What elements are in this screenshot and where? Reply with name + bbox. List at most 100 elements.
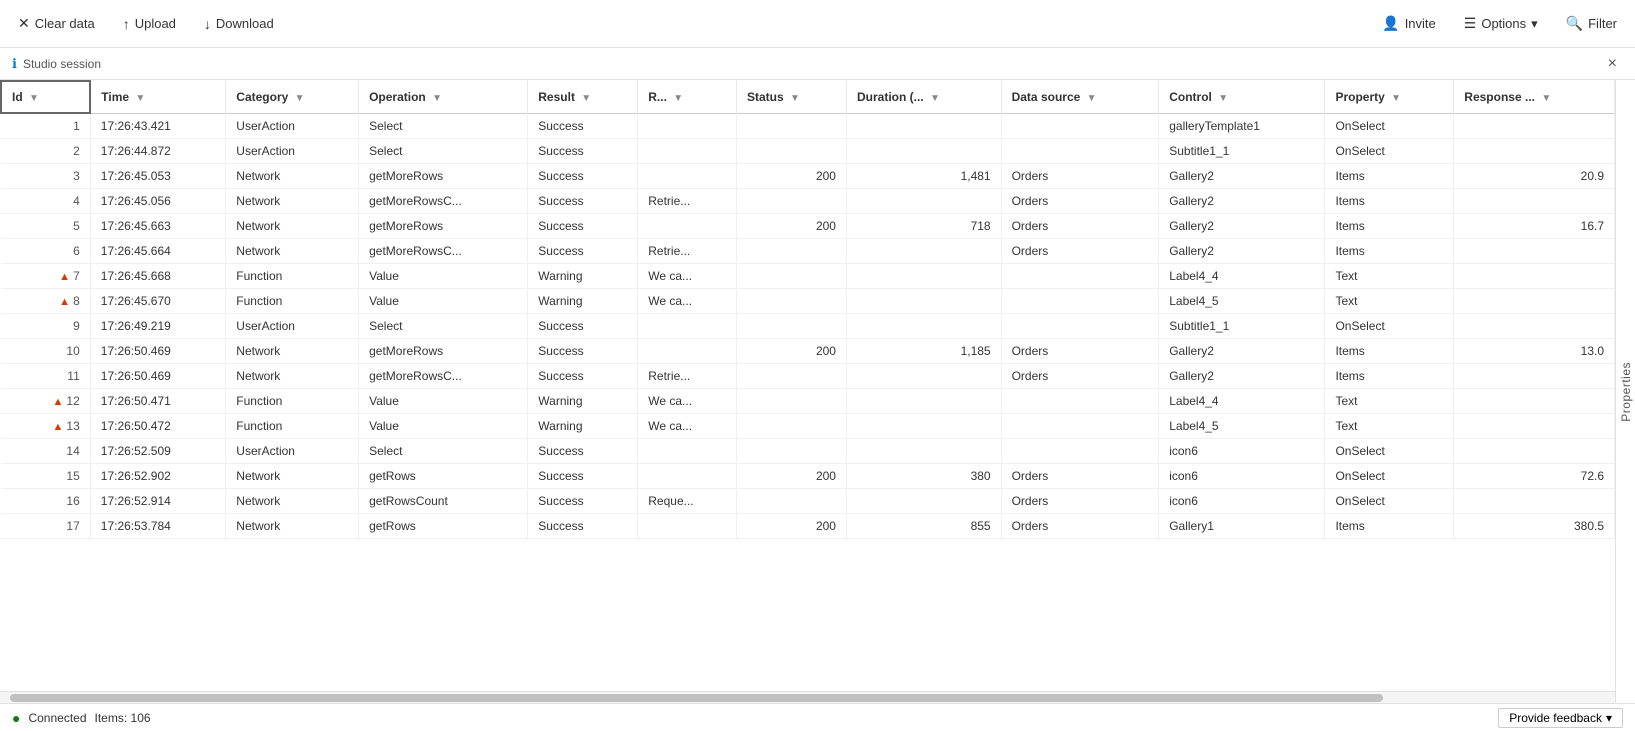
table-cell: 17:26:45.668: [90, 264, 226, 289]
upload-icon: ↑: [123, 16, 130, 32]
table-cell: Orders: [1001, 164, 1159, 189]
col-result[interactable]: Result ▼: [528, 81, 638, 113]
table-cell: icon6: [1159, 464, 1325, 489]
table-row[interactable]: ▲ 817:26:45.670FunctionValueWarningWe ca…: [1, 289, 1615, 314]
table-cell: [1454, 389, 1615, 414]
col-control[interactable]: Control ▼: [1159, 81, 1325, 113]
table-row[interactable]: 617:26:45.664NetworkgetMoreRowsC...Succe…: [1, 239, 1615, 264]
table-cell: Success: [528, 314, 638, 339]
session-close-button[interactable]: ×: [1602, 53, 1623, 75]
table-row[interactable]: 1617:26:52.914NetworkgetRowsCountSuccess…: [1, 489, 1615, 514]
col-r[interactable]: R... ▼: [638, 81, 737, 113]
table-cell: Function: [226, 414, 359, 439]
table-row[interactable]: 117:26:43.421UserActionSelectSuccessgall…: [1, 113, 1615, 139]
table-cell: icon6: [1159, 439, 1325, 464]
session-bar: ℹ Studio session ×: [0, 48, 1635, 80]
table-cell: OnSelect: [1325, 139, 1454, 164]
status-bar: ● Connected Items: 106 Provide feedback …: [0, 703, 1635, 731]
table-cell: [737, 113, 847, 139]
table-cell: 17:26:45.053: [90, 164, 226, 189]
col-time[interactable]: Time ▼: [90, 81, 226, 113]
sort-icon-duration: ▼: [930, 93, 940, 104]
scrollbar-thumb[interactable]: [10, 694, 1383, 702]
table-cell: 17:26:52.902: [90, 464, 226, 489]
upload-button[interactable]: ↑ Upload: [117, 12, 182, 36]
clear-data-button[interactable]: ✕ Clear data: [12, 11, 101, 36]
sort-icon-category: ▼: [295, 93, 305, 104]
table-row[interactable]: 1117:26:50.469NetworkgetMoreRowsC...Succ…: [1, 364, 1615, 389]
table-cell: Success: [528, 464, 638, 489]
col-property[interactable]: Property ▼: [1325, 81, 1454, 113]
horizontal-scrollbar[interactable]: [0, 691, 1615, 703]
table-cell: Value: [359, 414, 528, 439]
col-datasource[interactable]: Data source ▼: [1001, 81, 1159, 113]
table-cell: 17:26:49.219: [90, 314, 226, 339]
table-row[interactable]: 517:26:45.663NetworkgetMoreRowsSuccess20…: [1, 214, 1615, 239]
table-row[interactable]: 1417:26:52.509UserActionSelectSuccessico…: [1, 439, 1615, 464]
col-duration[interactable]: Duration (... ▼: [846, 81, 1001, 113]
filter-icon: 🔍: [1566, 15, 1583, 32]
table-cell: galleryTemplate1: [1159, 113, 1325, 139]
table-cell: Reque...: [638, 489, 737, 514]
table-row[interactable]: 917:26:49.219UserActionSelectSuccessSubt…: [1, 314, 1615, 339]
table-header: Id ▼ Time ▼ Category ▼ Operation ▼ Resul…: [1, 81, 1615, 113]
table-row[interactable]: 1517:26:52.902NetworkgetRowsSuccess20038…: [1, 464, 1615, 489]
table-cell: [1454, 264, 1615, 289]
filter-button[interactable]: 🔍 Filter: [1560, 11, 1623, 36]
table-cell: Success: [528, 189, 638, 214]
warning-icon: ▲: [52, 396, 66, 408]
table-cell: 17: [1, 514, 90, 539]
table-row[interactable]: 317:26:45.053NetworkgetMoreRowsSuccess20…: [1, 164, 1615, 189]
col-status[interactable]: Status ▼: [737, 81, 847, 113]
table-cell: 72.6: [1454, 464, 1615, 489]
table-cell: 200: [737, 339, 847, 364]
table-cell: Select: [359, 439, 528, 464]
table-cell: 200: [737, 514, 847, 539]
table-wrapper[interactable]: Id ▼ Time ▼ Category ▼ Operation ▼ Resul…: [0, 80, 1615, 691]
table-cell: Orders: [1001, 214, 1159, 239]
connected-label: Connected: [28, 711, 86, 725]
col-id[interactable]: Id ▼: [1, 81, 90, 113]
table-cell: ▲ 13: [1, 414, 90, 439]
table-cell: We ca...: [638, 389, 737, 414]
side-panel[interactable]: Properties: [1615, 80, 1635, 703]
table-cell: Value: [359, 264, 528, 289]
col-operation[interactable]: Operation ▼: [359, 81, 528, 113]
table-cell: [1454, 439, 1615, 464]
table-cell: 17:26:45.670: [90, 289, 226, 314]
session-bar-left: ℹ Studio session: [12, 56, 101, 72]
table-cell: Orders: [1001, 514, 1159, 539]
sort-icon-result: ▼: [581, 93, 591, 104]
table-cell: 9: [1, 314, 90, 339]
table-row[interactable]: 217:26:44.872UserActionSelectSuccessSubt…: [1, 139, 1615, 164]
invite-button[interactable]: 👤 Invite: [1376, 11, 1442, 36]
table-cell: OnSelect: [1325, 439, 1454, 464]
table-row[interactable]: 417:26:45.056NetworkgetMoreRowsC...Succe…: [1, 189, 1615, 214]
table-cell: Label4_5: [1159, 289, 1325, 314]
table-row[interactable]: 1717:26:53.784NetworkgetRowsSuccess20085…: [1, 514, 1615, 539]
sort-icon-operation: ▼: [432, 93, 442, 104]
table-row[interactable]: ▲ 1217:26:50.471FunctionValueWarningWe c…: [1, 389, 1615, 414]
table-row[interactable]: ▲ 717:26:45.668FunctionValueWarningWe ca…: [1, 264, 1615, 289]
table-cell: Warning: [528, 264, 638, 289]
table-cell: Value: [359, 389, 528, 414]
table-cell: UserAction: [226, 139, 359, 164]
sort-icon-datasource: ▼: [1087, 93, 1097, 104]
table-cell: Items: [1325, 514, 1454, 539]
table-cell: getMoreRowsC...: [359, 189, 528, 214]
table-row[interactable]: 1017:26:50.469NetworkgetMoreRowsSuccess2…: [1, 339, 1615, 364]
table-cell: 17:26:45.664: [90, 239, 226, 264]
options-button[interactable]: ☰ Options ▾: [1458, 11, 1544, 36]
table-cell: getMoreRows: [359, 214, 528, 239]
download-button[interactable]: ↓ Download: [198, 12, 280, 36]
col-response[interactable]: Response ... ▼: [1454, 81, 1615, 113]
options-icon: ☰: [1464, 15, 1477, 32]
col-category[interactable]: Category ▼: [226, 81, 359, 113]
provide-feedback-button[interactable]: Provide feedback ▾: [1498, 708, 1623, 728]
table-cell: OnSelect: [1325, 314, 1454, 339]
table-cell: Success: [528, 514, 638, 539]
table-body: 117:26:43.421UserActionSelectSuccessgall…: [1, 113, 1615, 539]
table-cell: Success: [528, 489, 638, 514]
table-row[interactable]: ▲ 1317:26:50.472FunctionValueWarningWe c…: [1, 414, 1615, 439]
table-cell: 17:26:50.471: [90, 389, 226, 414]
